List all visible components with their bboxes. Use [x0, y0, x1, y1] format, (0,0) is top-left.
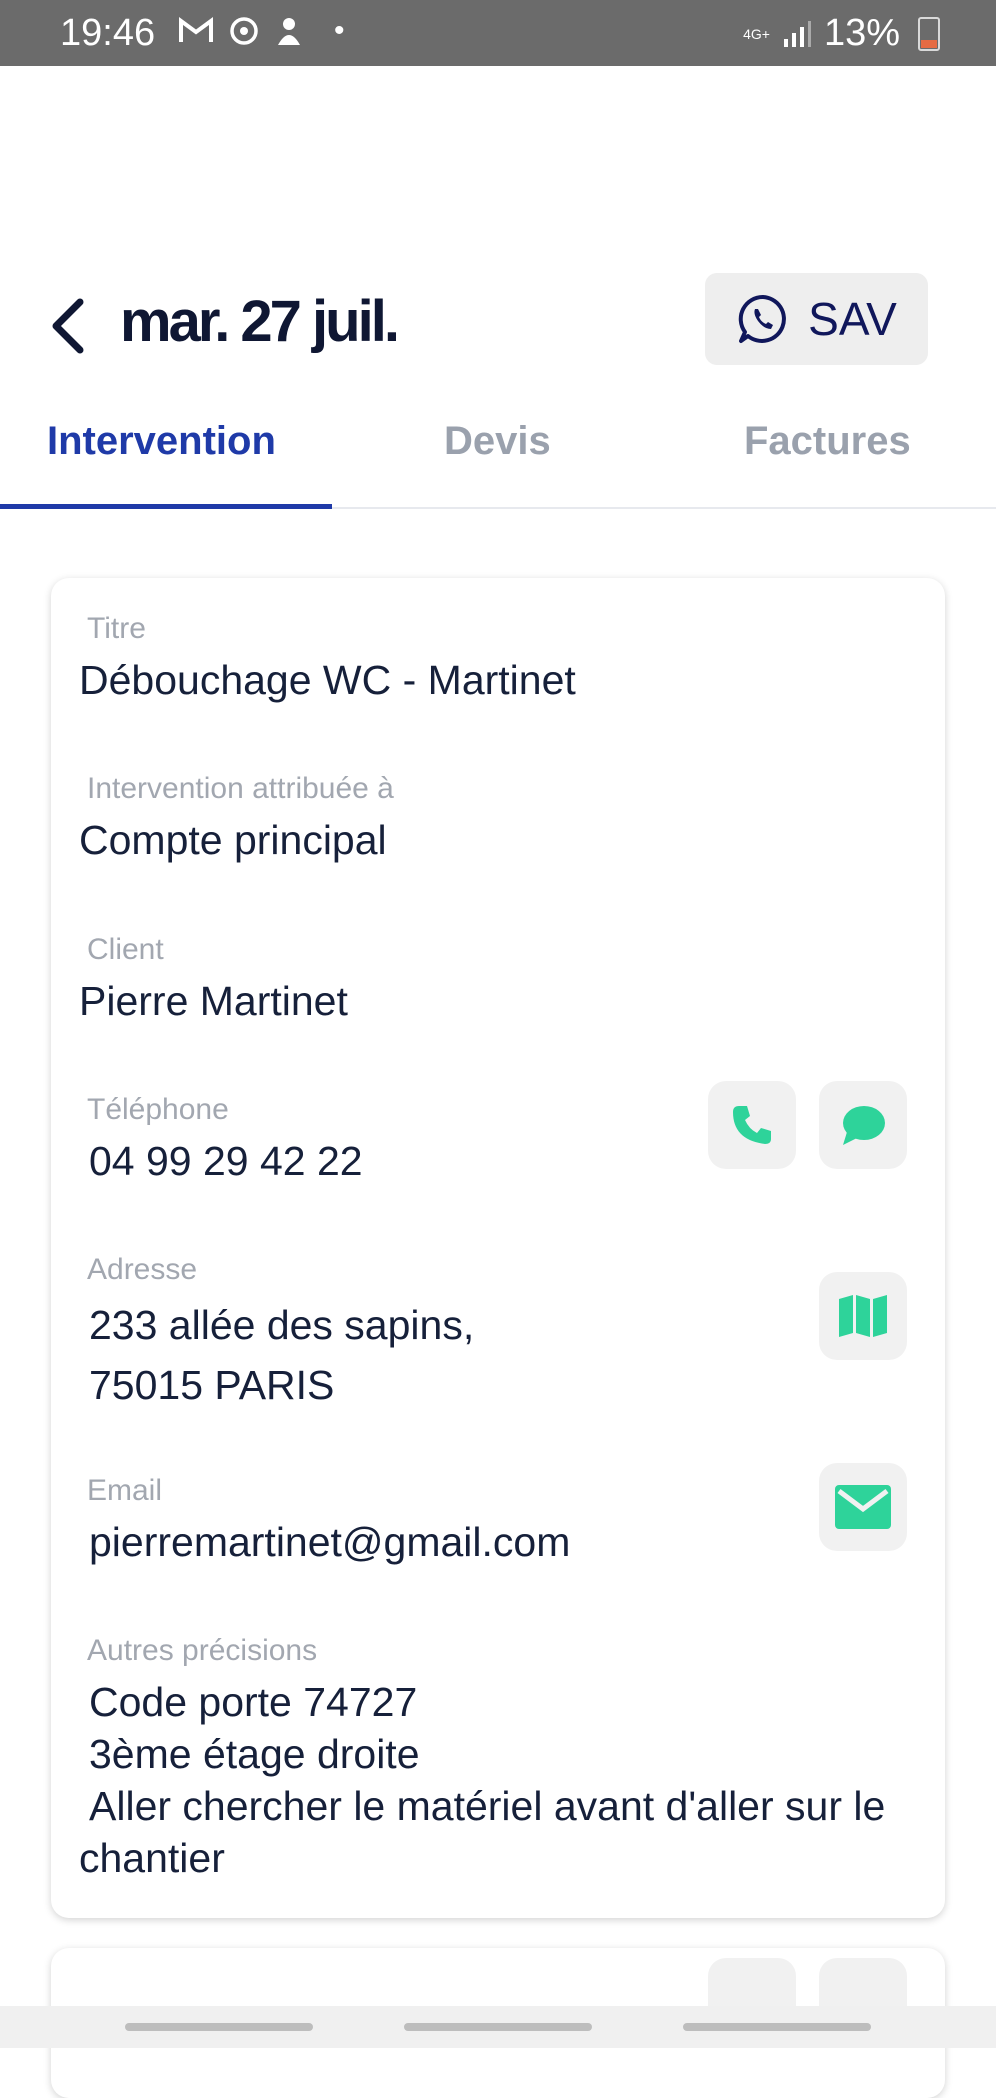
tab-bar: Intervention Devis Factures	[0, 405, 996, 509]
gmail-icon	[179, 17, 213, 42]
battery-percent: 13%	[823, 12, 900, 54]
sav-label: SAV	[808, 293, 897, 345]
precisions-label: Autres précisions	[87, 1634, 318, 1667]
sav-button[interactable]: SAV	[705, 273, 928, 365]
signal-icon	[783, 20, 811, 47]
precisions-line4: chantier	[79, 1835, 225, 1881]
sms-button[interactable]	[819, 1081, 907, 1169]
attribuee-label: Intervention attribuée à	[87, 772, 394, 805]
phone-icon	[733, 1106, 771, 1144]
status-notification-icons: •	[178, 14, 345, 48]
nav-back-button[interactable]	[683, 2023, 871, 2031]
back-button[interactable]	[44, 296, 94, 356]
mail-icon	[835, 1485, 891, 1529]
call-button[interactable]	[708, 1081, 796, 1169]
nav-home-button[interactable]	[404, 2023, 592, 2031]
email-value[interactable]: pierremartinet@gmail.com	[89, 1516, 570, 1568]
sync-icon	[230, 17, 258, 45]
tab-devis[interactable]: Devis	[444, 419, 551, 464]
status-time: 19:46	[60, 12, 156, 54]
precisions-line3: Aller chercher le matériel avant d'aller…	[89, 1783, 886, 1829]
nav-recent-button[interactable]	[125, 2023, 313, 2031]
active-tab-indicator	[0, 504, 332, 509]
precisions-line2: 3ème étage droite	[89, 1731, 420, 1777]
status-right: 4G+ 13%	[743, 12, 940, 55]
battery-icon	[918, 16, 940, 51]
header: mar. 27 juil. SAV	[0, 66, 996, 406]
tab-factures[interactable]: Factures	[744, 419, 911, 464]
email-label: Email	[87, 1474, 163, 1507]
status-bar: 19:46 • 4G+ 13%	[0, 0, 996, 66]
whatsapp-icon	[738, 294, 787, 343]
email-button[interactable]	[819, 1463, 907, 1551]
titre-value: Débouchage WC - Martinet	[79, 657, 576, 703]
telephone-value[interactable]: 04 99 29 42 22	[89, 1135, 363, 1187]
adresse-value: 233 allée des sapins, 75015 PARIS	[89, 1302, 475, 1408]
precisions-line1: Code porte 74727	[89, 1679, 418, 1725]
client-value: Pierre Martinet	[79, 978, 348, 1024]
system-navigation-bar	[0, 2006, 996, 2048]
message-icon	[843, 1106, 885, 1145]
map-icon	[839, 1295, 887, 1337]
client-label: Client	[87, 933, 164, 966]
tab-intervention[interactable]: Intervention	[47, 419, 276, 464]
telephone-label: Téléphone	[87, 1093, 229, 1126]
dot-icon: •	[334, 14, 345, 47]
attribuee-value: Compte principal	[79, 817, 387, 863]
intervention-details-card: Titre Débouchage WC - Martinet Intervent…	[51, 578, 945, 1918]
notification-icon	[278, 18, 300, 45]
titre-label: Titre	[87, 612, 146, 645]
adresse-label: Adresse	[87, 1253, 198, 1286]
page-title: mar. 27 juil.	[120, 289, 400, 354]
map-button[interactable]	[819, 1272, 907, 1360]
network-type: 4G+	[743, 25, 770, 42]
